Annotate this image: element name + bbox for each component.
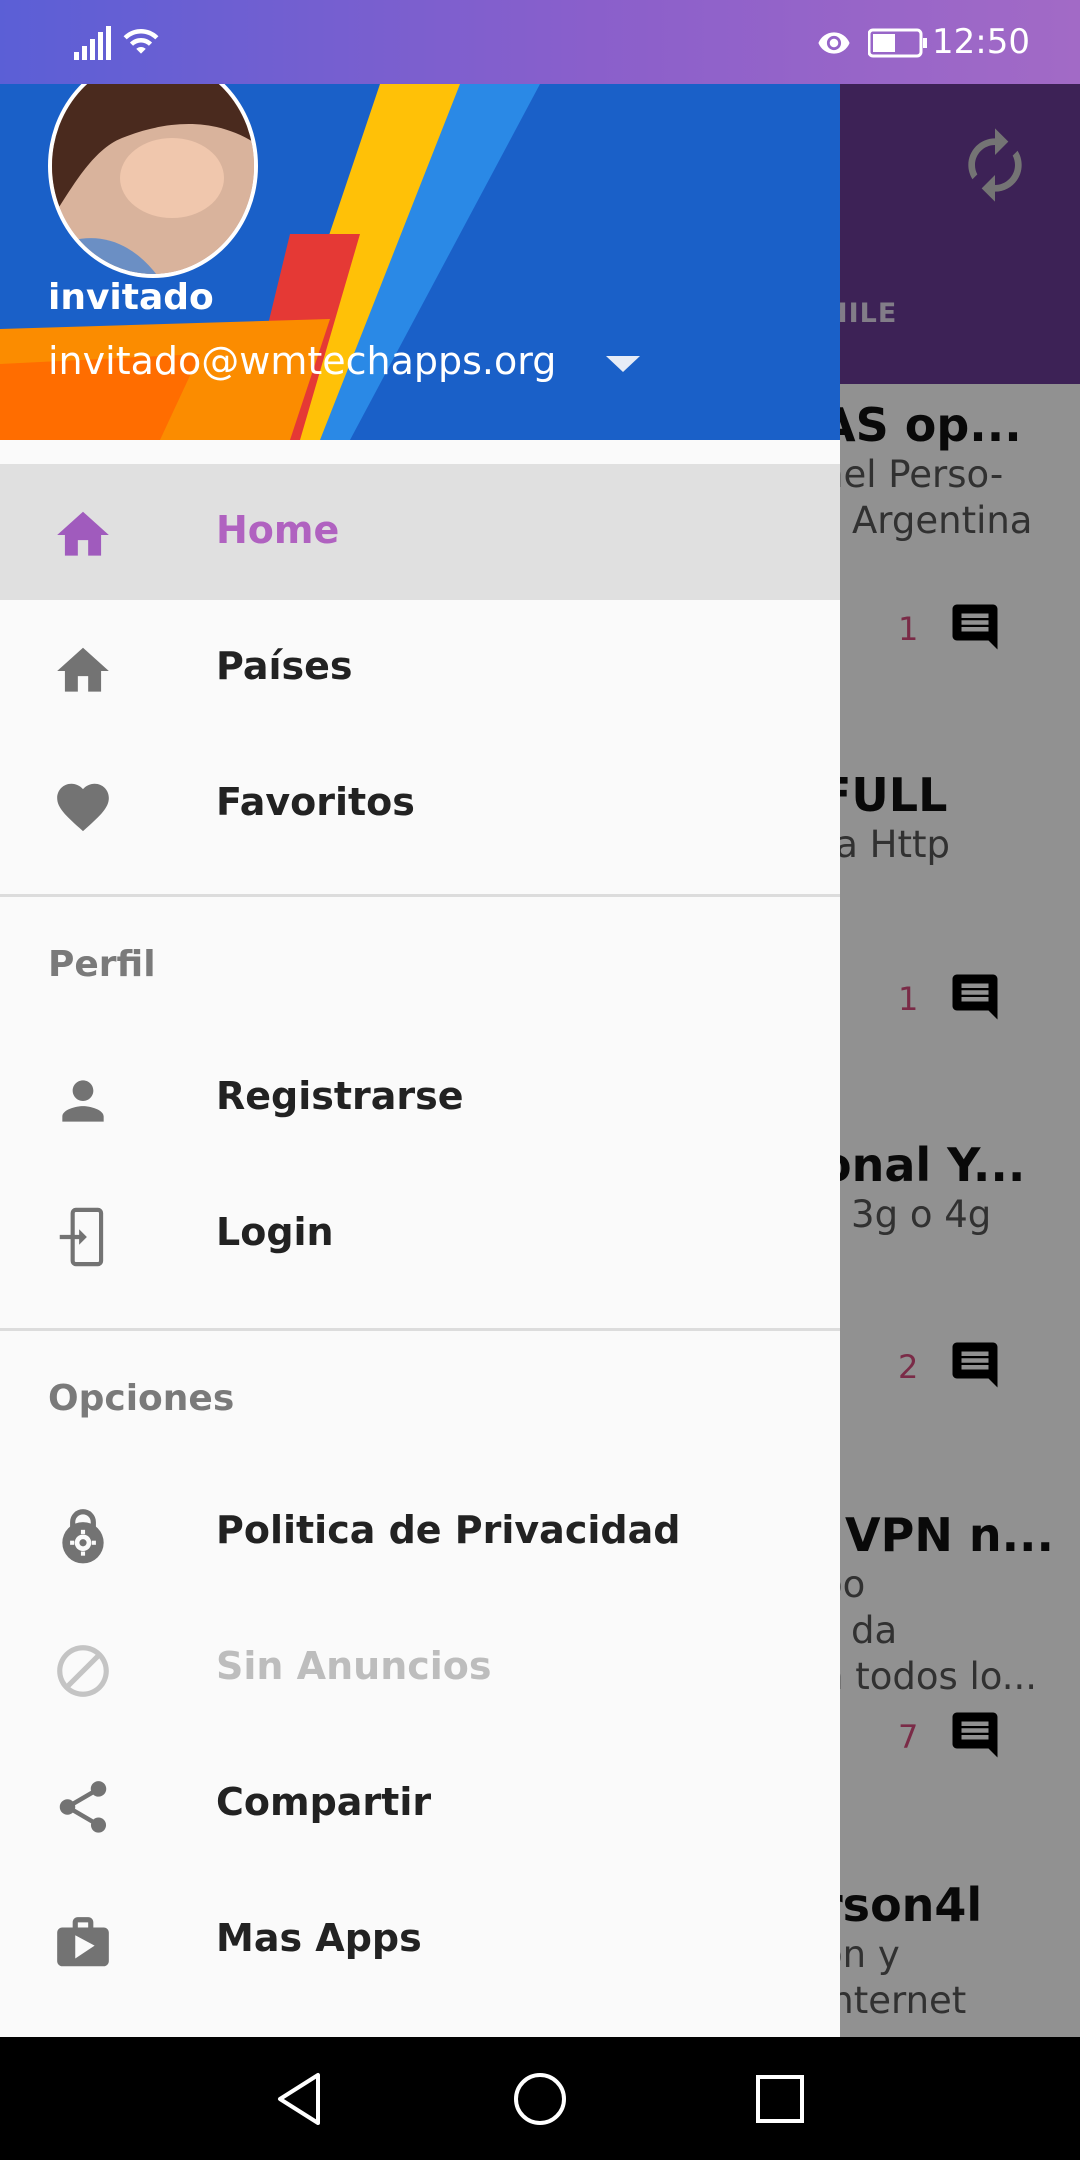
share-icon [59,1781,107,1833]
menu-item-home[interactable]: Home [0,464,840,600]
battery-icon [868,28,927,58]
menu-item-registrarse[interactable]: Registrarse [0,1030,840,1166]
home-icon [57,511,109,556]
menu-item-label: Compartir [216,1780,432,1824]
status-time: 12:50 [932,22,1030,62]
menu-item-login[interactable]: Login [0,1166,840,1302]
play-store-icon [57,1917,109,1967]
divider [0,1328,840,1331]
menu-item-compartir[interactable]: Compartir [0,1736,840,1872]
back-icon[interactable] [268,2067,332,2131]
signal-icon [74,26,111,60]
eye-comfort-icon [818,32,850,54]
user-email: invitado@wmtechapps.org [48,339,557,383]
privacy-lock-icon [62,1509,104,1564]
status-bar: 12:50 [0,0,1080,84]
menu-item-sin-anuncios[interactable]: Sin Anuncios [0,1600,840,1736]
recents-icon[interactable] [748,2067,812,2131]
navigation-drawer: invitado invitado@wmtechapps.org Home Pa… [0,84,840,2037]
menu-item-label: Login [216,1210,334,1254]
home-button-icon[interactable] [508,2067,572,2131]
home-icon [57,647,109,692]
menu-item-privacidad[interactable]: Politica de Privacidad [0,1464,840,1600]
menu-item-mas-apps[interactable]: Mas Apps [0,1872,840,2008]
divider [0,894,840,897]
drawer-header: invitado invitado@wmtechapps.org [0,84,840,440]
menu-item-label: Home [216,508,340,552]
section-title-opciones: Opciones [48,1378,235,1419]
menu-item-label: Sin Anuncios [216,1644,492,1688]
block-icon [57,1645,109,1697]
menu-item-label: Politica de Privacidad [216,1508,681,1552]
chevron-down-icon[interactable] [600,346,646,380]
menu-item-favoritos[interactable]: Favoritos [0,736,840,872]
person-icon [62,1080,104,1122]
heart-icon [57,783,109,832]
system-navigation-bar [0,2037,1080,2160]
menu-item-label: Registrarse [216,1074,464,1118]
menu-item-label: Países [216,644,353,688]
menu-item-paises[interactable]: Países [0,600,840,736]
menu-item-label: Favoritos [216,780,415,824]
user-name: invitado [48,277,214,318]
wifi-icon [123,29,159,54]
login-icon [59,1207,104,1267]
menu-item-label: Mas Apps [216,1916,422,1960]
section-title-perfil: Perfil [48,944,156,985]
